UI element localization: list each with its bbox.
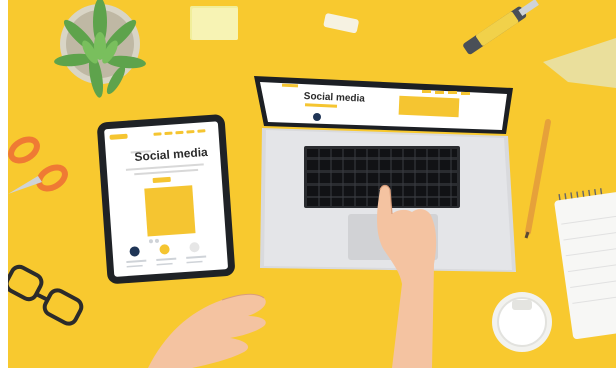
tablet <box>97 114 235 284</box>
sticky-notes <box>190 6 238 40</box>
photo-frame: Social media Social media <box>8 0 616 368</box>
coffee-cup-lid <box>492 292 552 352</box>
desk-scene <box>8 0 616 368</box>
